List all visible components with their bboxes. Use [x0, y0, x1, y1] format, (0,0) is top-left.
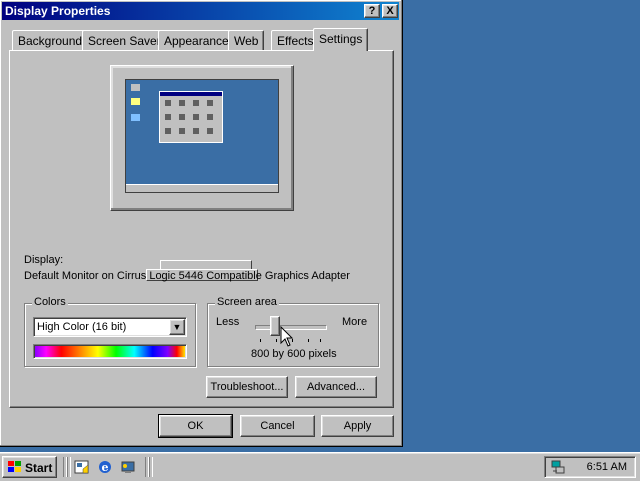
tab-background[interactable]: Background	[12, 30, 89, 50]
mini-window-icon	[193, 128, 199, 134]
tab-settings[interactable]: Settings	[313, 28, 369, 51]
tab-web[interactable]: Web	[228, 30, 265, 50]
slider-tick	[320, 339, 321, 342]
mini-window-icon	[165, 100, 171, 106]
tab-appearance[interactable]: Appearance	[158, 30, 235, 50]
troubleshoot-button[interactable]: Troubleshoot...	[206, 376, 288, 398]
slider-tick	[260, 339, 261, 342]
mini-window-titlebar	[160, 92, 222, 96]
mini-window-icon	[193, 114, 199, 120]
settings-panel: Display: Default Monitor on Cirrus Logic…	[9, 50, 394, 408]
display-description: Default Monitor on Cirrus Logic 5446 Com…	[24, 270, 350, 282]
mini-window-icon	[179, 114, 185, 120]
window-title: Display Properties	[5, 4, 111, 18]
help-button[interactable]: ?	[364, 4, 380, 18]
advanced-button[interactable]: Advanced...	[295, 376, 377, 398]
title-bar[interactable]: Display Properties ? X	[2, 2, 399, 20]
mini-desktop-icon	[131, 84, 140, 91]
svg-text:e: e	[102, 461, 109, 474]
color-depth-select[interactable]: High Color (16 bit) ▼	[33, 317, 187, 337]
mini-window	[159, 91, 223, 143]
mini-window-icon	[179, 100, 185, 106]
chevron-down-icon[interactable]: ▼	[169, 319, 185, 335]
mouse-cursor-icon	[280, 326, 294, 347]
mini-desktop-icon	[131, 98, 140, 105]
colors-group: Colors High Color (16 bit) ▼	[24, 296, 196, 367]
mini-desktop-icon	[131, 114, 140, 121]
more-label: More	[342, 316, 368, 328]
cancel-button[interactable]: Cancel	[240, 415, 315, 437]
monitor-screen	[125, 79, 279, 193]
internet-explorer-icon[interactable]: e	[97, 459, 113, 475]
colors-group-title: Colors	[32, 296, 68, 308]
less-label: Less	[216, 316, 240, 328]
screen-area-slider-thumb[interactable]	[270, 316, 280, 336]
close-button[interactable]: X	[382, 4, 398, 18]
desktop-icon[interactable]	[74, 459, 90, 475]
mini-window-icon	[165, 128, 171, 134]
start-button[interactable]: Start	[2, 456, 57, 478]
channels-icon[interactable]	[120, 459, 136, 475]
mini-window-icon	[207, 114, 213, 120]
system-tray: 6:51 AM	[544, 456, 636, 478]
monitor-preview	[110, 65, 294, 211]
tab-screen-saver[interactable]: Screen Saver	[82, 30, 167, 50]
resolution-label: 800 by 600 pixels	[251, 348, 337, 360]
display-label: Display:	[24, 254, 64, 266]
mini-taskbar	[126, 184, 278, 192]
start-label: Start	[25, 461, 53, 475]
slider-tick	[276, 339, 277, 342]
mini-window-icon	[207, 100, 213, 106]
taskbar-separator	[149, 457, 153, 477]
color-depth-value: High Color (16 bit)	[37, 321, 127, 333]
mini-window-icon	[193, 100, 199, 106]
mini-window-icon	[165, 114, 171, 120]
apply-button[interactable]: Apply	[321, 415, 394, 437]
screen-area-group-title: Screen area	[215, 296, 279, 308]
taskbar: Start e 6:51 AM	[0, 452, 640, 481]
color-spectrum-bar	[33, 344, 187, 359]
windows-logo-icon	[8, 461, 21, 472]
slider-tick	[308, 339, 309, 342]
clock[interactable]: 6:51 AM	[587, 461, 627, 473]
mini-window-icon	[207, 128, 213, 134]
mini-window-icon	[179, 128, 185, 134]
taskbar-separator	[67, 457, 71, 477]
ok-button[interactable]: OK	[158, 414, 233, 438]
display-properties-window: Display Properties ? X Background Screen…	[0, 0, 403, 447]
network-icon[interactable]	[550, 459, 566, 475]
